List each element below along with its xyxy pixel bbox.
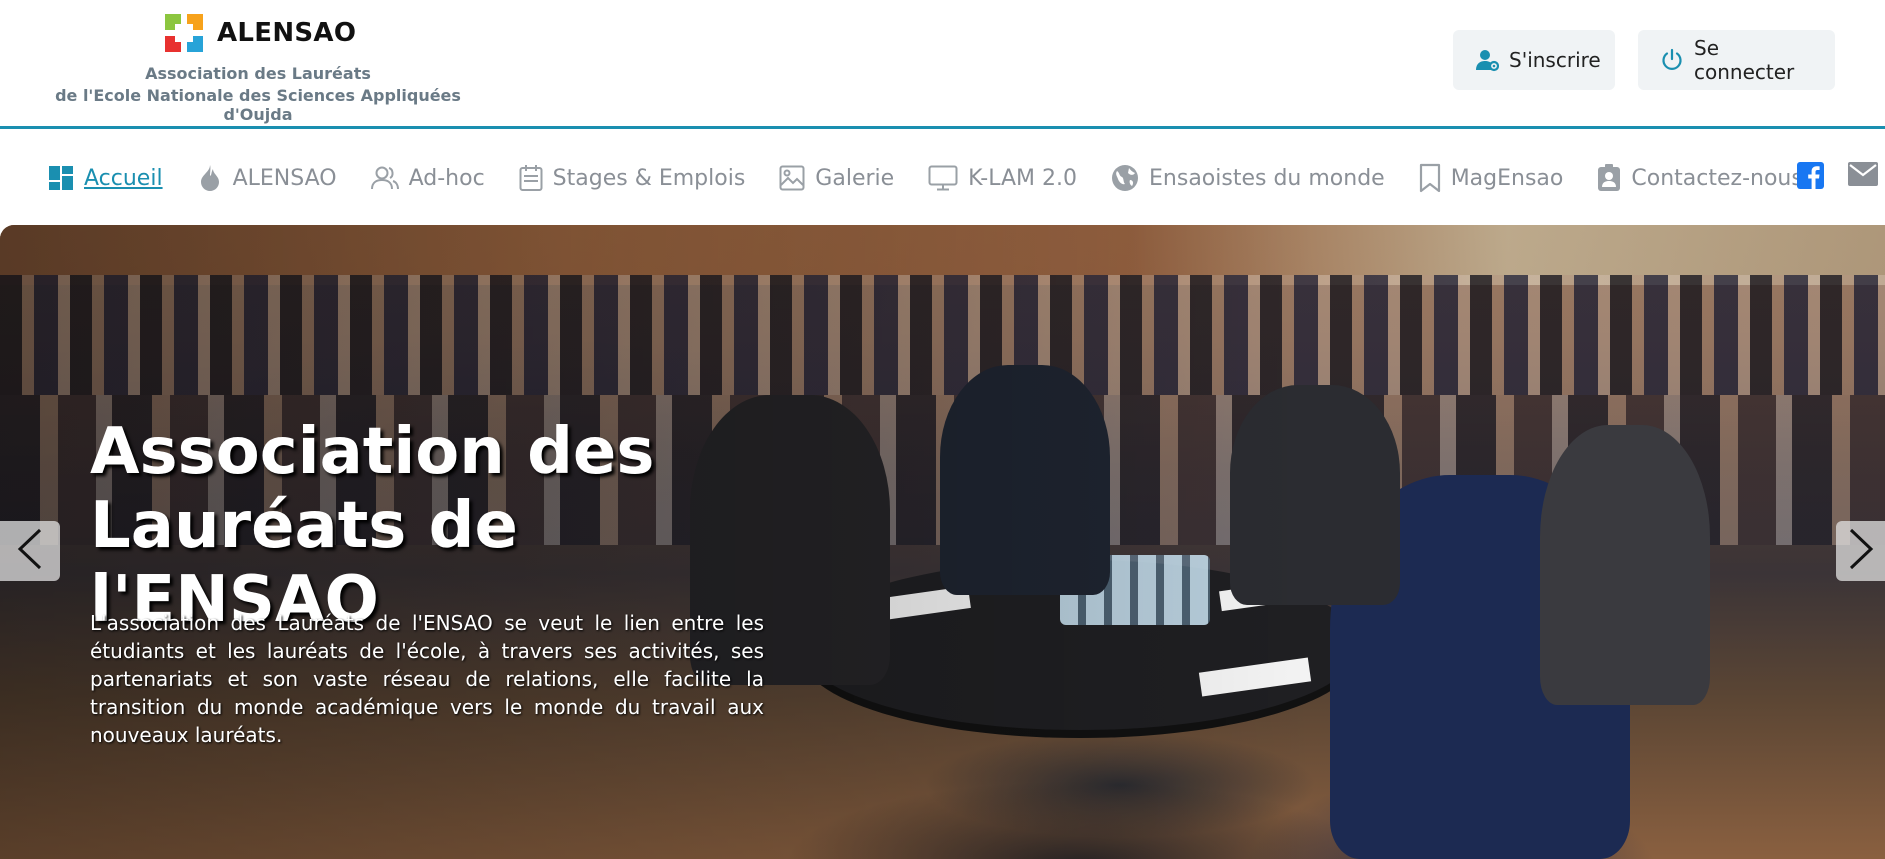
login-label: Se connecter [1694, 36, 1795, 84]
nav-item-klam[interactable]: K-LAM 2.0 [928, 165, 1077, 191]
nav-item-alensao[interactable]: ALENSAO [197, 164, 337, 192]
nav-label: Ensaoistes du monde [1149, 165, 1385, 191]
mail-link[interactable] [1848, 162, 1878, 190]
dashboard-icon [48, 165, 74, 191]
nav-label: K-LAM 2.0 [968, 165, 1078, 191]
flame-icon [197, 164, 223, 192]
facebook-link[interactable] [1797, 162, 1824, 193]
calendar-icon [519, 164, 543, 192]
image-icon [779, 165, 805, 191]
login-button[interactable]: Se connecter [1638, 30, 1835, 90]
carousel-prev-button[interactable] [0, 521, 60, 581]
contact-badge-icon [1597, 164, 1621, 192]
logo-name: ALENSAO [217, 18, 357, 48]
nav-item-galerie[interactable]: Galerie [779, 165, 894, 191]
chevron-right-icon [1846, 527, 1876, 575]
nav-item-accueil[interactable]: Accueil [48, 165, 163, 191]
users-icon [370, 165, 399, 191]
globe-icon [1111, 164, 1139, 192]
nav-item-magensao[interactable]: MagEnsao [1419, 163, 1564, 193]
chevron-left-icon [15, 527, 45, 575]
logo-subtitle-2: de l'Ecole Nationale des Sciences Appliq… [55, 86, 461, 124]
monitor-icon [928, 165, 958, 191]
hero-title: Association des Lauréats de l'ENSAO [90, 415, 655, 637]
logo-subtitle-1: Association des Lauréats [145, 64, 371, 83]
mail-icon [1848, 162, 1878, 190]
nav-label: Ad-hoc [408, 165, 485, 191]
logo[interactable]: ALENSAO Association des Lauréats de l'Ec… [48, 14, 468, 124]
logo-row: ALENSAO [165, 14, 468, 52]
alensao-logo-icon [165, 14, 203, 52]
nav-item-adhoc[interactable]: Ad-hoc [370, 165, 485, 191]
nav-item-stages-emplois[interactable]: Stages & Emplois [519, 164, 746, 192]
power-icon [1660, 48, 1684, 72]
nav-label: Stages & Emplois [552, 165, 746, 191]
site-header: ALENSAO Association des Lauréats de l'Ec… [0, 0, 1885, 129]
nav-item-ensaoistes-du-monde[interactable]: Ensaoistes du monde [1111, 164, 1385, 192]
nav-label: Contactez-nous [1631, 165, 1803, 191]
nav-label: Accueil [84, 165, 163, 191]
register-button[interactable]: S'inscrire [1453, 30, 1615, 90]
main-nav: Accueil ALENSAO Ad-hoc Stages & Emplois … [0, 132, 1885, 224]
hero-carousel: Association des Lauréats de l'ENSAO L'as… [0, 225, 1885, 859]
facebook-icon [1797, 162, 1824, 193]
nav-label: ALENSAO [232, 165, 337, 191]
carousel-next-button[interactable] [1836, 521, 1885, 581]
user-settings-icon [1475, 48, 1499, 72]
bookmark-icon [1419, 163, 1441, 193]
nav-item-contactez-nous[interactable]: Contactez-nous [1597, 164, 1803, 192]
hero-description: L'association des Lauréats de l'ENSAO se… [90, 611, 764, 747]
nav-label: Galerie [815, 165, 895, 191]
nav-label: MagEnsao [1450, 165, 1564, 191]
register-label: S'inscrire [1509, 48, 1601, 72]
